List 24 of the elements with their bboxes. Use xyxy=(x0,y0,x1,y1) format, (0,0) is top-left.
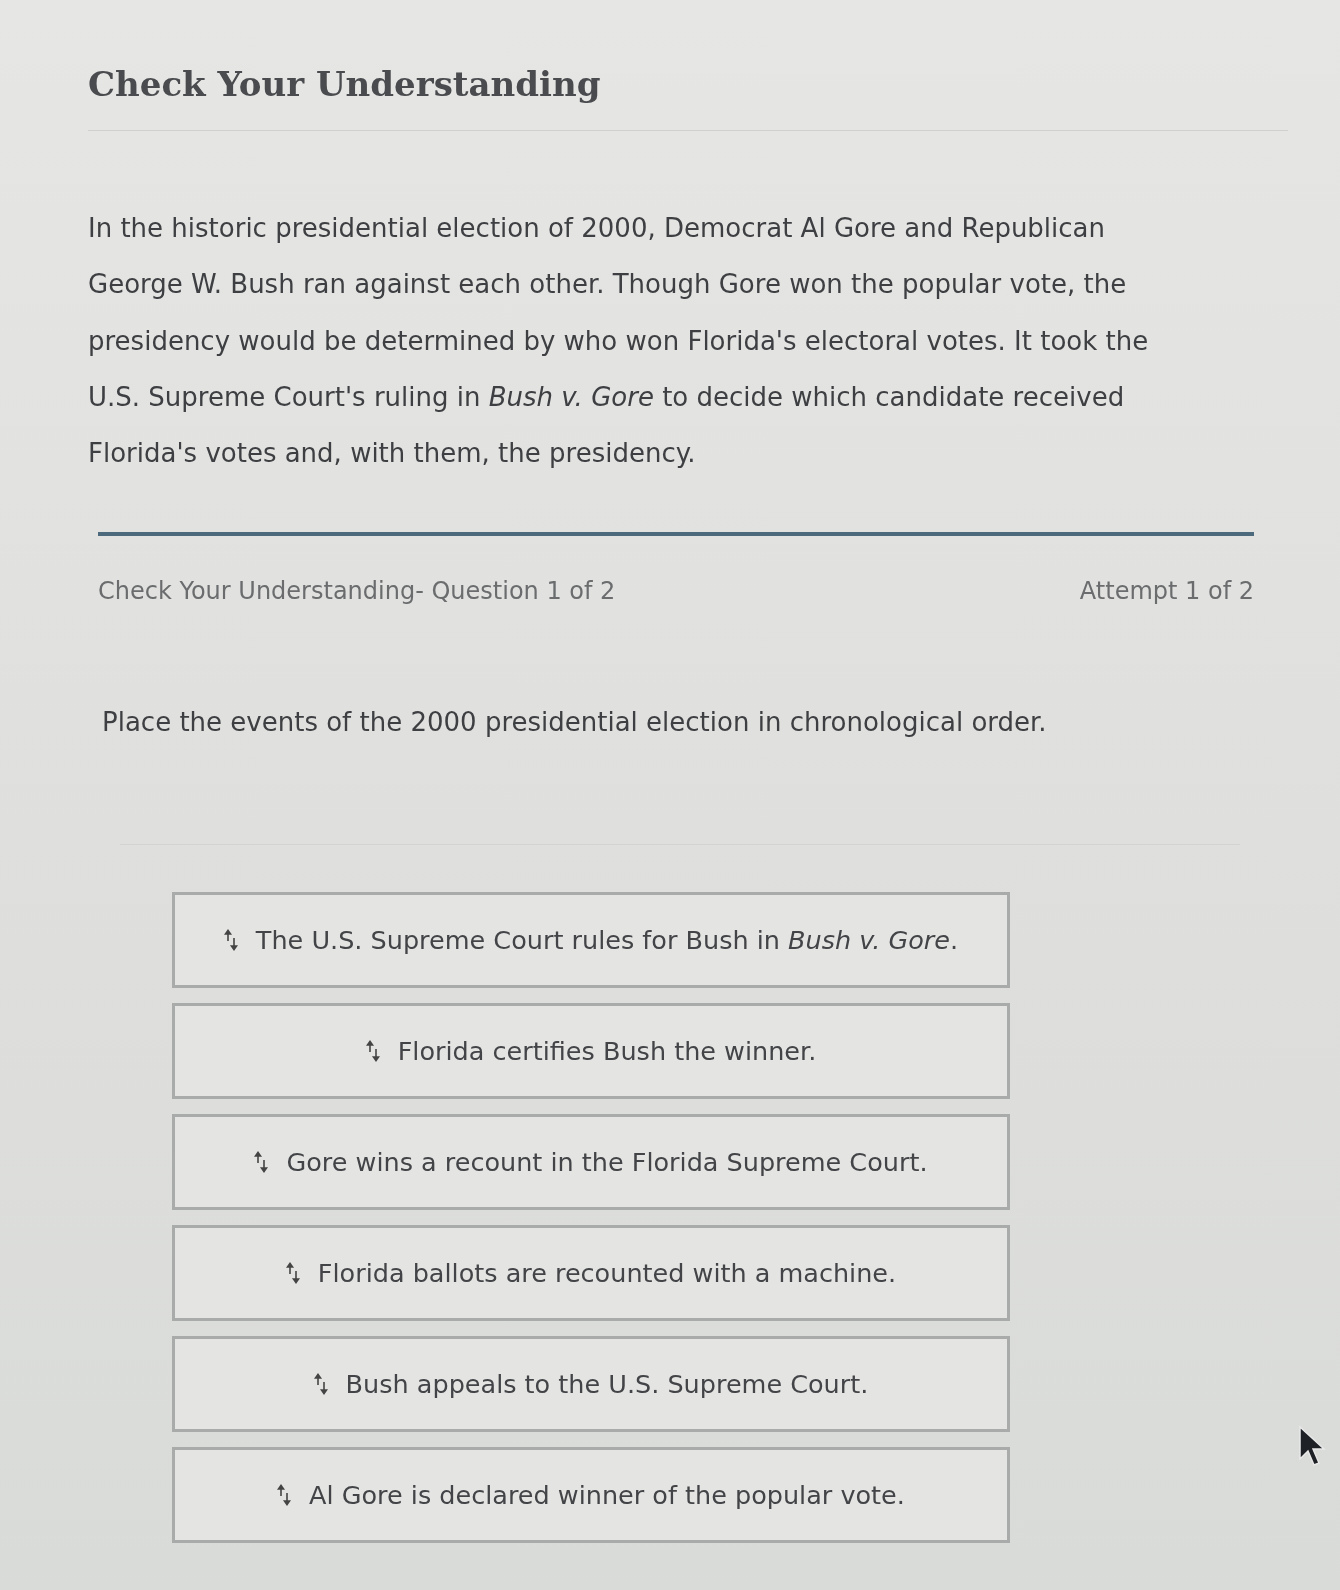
sortable-item[interactable]: The U.S. Supreme Court rules for Bush in Bush v. Gore. xyxy=(172,892,1010,989)
attempt-counter: Attempt 1 of 2 xyxy=(1079,578,1254,605)
item-text: Al Gore is declared winner of the popular vote. xyxy=(309,1480,905,1511)
sort-arrows-icon xyxy=(223,929,238,952)
question-heading: Check Your Understanding- Question 1 of 2 xyxy=(98,578,616,605)
item-text: Florida certifies Bush the winner. xyxy=(397,1036,817,1067)
sortable-item[interactable]: Al Gore is declared winner of the popular vote. xyxy=(172,1447,1010,1544)
item-text: The U.S. Supreme Court rules for Bush in Bush v. Gore. xyxy=(255,925,959,956)
question-prompt: Place the events of the 2000 presidential election in chronological order. xyxy=(102,707,1047,738)
sortable-item[interactable]: Florida certifies Bush the winner. xyxy=(172,1003,1010,1100)
item-text: Gore wins a recount in the Florida Supreme Court. xyxy=(286,1147,928,1178)
sortable-item[interactable]: Bush appeals to the U.S. Supreme Court. xyxy=(172,1336,1010,1433)
page-title: Check Your Understanding xyxy=(88,63,601,106)
sort-arrows-icon xyxy=(313,1373,328,1396)
passage-text: In the historic presidential election of 2000, Democrat Al Gore and Republican George W. Bush ran against each other. Though Gore won the popular vote, the presidency would be determined by who won Florida's electoral votes. It took the U.S. Supreme Court's ruling in Bush v. Gore to decide which candidate received Florida's votes and, with them, the presidency. xyxy=(88,212,1150,471)
item-text: Florida ballots are recounted with a machine. xyxy=(317,1258,897,1289)
sort-arrows-icon xyxy=(277,1484,292,1507)
pointer-cursor-icon xyxy=(1298,1425,1328,1469)
sort-arrows-icon xyxy=(365,1040,380,1063)
sortable-item[interactable]: Gore wins a recount in the Florida Supreme Court. xyxy=(172,1114,1010,1211)
sort-arrows-icon xyxy=(285,1262,300,1285)
sort-arrows-icon xyxy=(254,1151,269,1174)
sortable-item[interactable]: Florida ballots are recounted with a machine. xyxy=(172,1225,1010,1322)
item-text: Bush appeals to the U.S. Supreme Court. xyxy=(345,1369,869,1400)
